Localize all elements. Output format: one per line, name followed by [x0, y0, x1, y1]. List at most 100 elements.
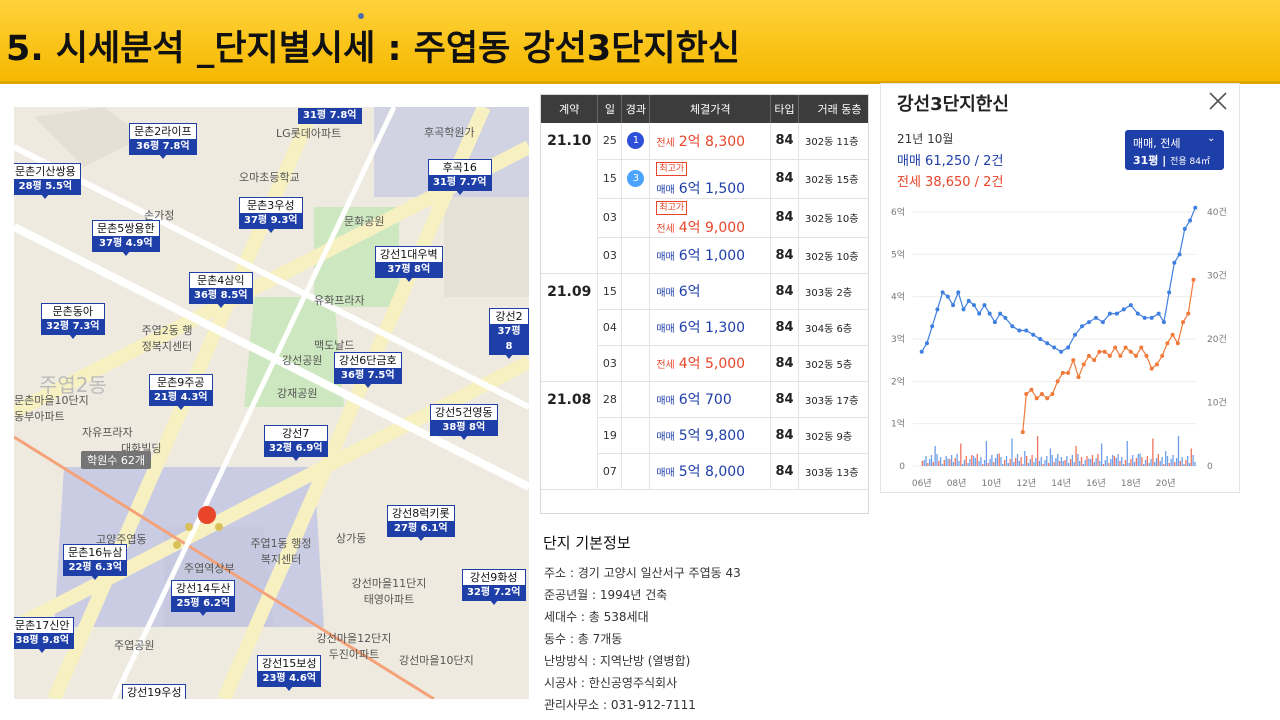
volume-bar [1077, 454, 1079, 466]
deal-price: 4억 9,000 [678, 219, 746, 236]
apt-price-pin[interactable]: 강선14두산 25평 6.2억 [171, 580, 236, 616]
area-label: 주엽1동 행정복지센터 [250, 537, 312, 566]
apt-price-pin[interactable]: 강선7 32평 6.9억 [264, 425, 328, 461]
cell-size: 84 [770, 123, 800, 160]
apt-price-pin[interactable]: 문촌5쌍용한 37평 4.9억 [92, 220, 160, 256]
volume-bar [1013, 462, 1015, 466]
apt-price-pin[interactable]: 강선2 37평 8 [489, 308, 529, 359]
apt-price-pin[interactable]: 문촌3우성 37평 9.3억 [239, 197, 303, 233]
volume-bar [1115, 458, 1117, 466]
cell-day: 25 [597, 123, 623, 160]
sale-price-point [1045, 341, 1050, 346]
volume-bar [967, 463, 969, 466]
panel-title: 강선3단지한신 [897, 94, 1009, 115]
price-chip[interactable]: 31평 7.8억 [298, 108, 362, 124]
type-size-dropdown[interactable]: 매매, 전세 ⌄ 31평 | 전용 84㎡ [1125, 130, 1224, 170]
deal-price: 6억 1,000 [678, 248, 746, 264]
lease-price-point [1175, 341, 1180, 346]
volume-bar [1155, 458, 1158, 466]
sale-summary: 매매 61,250 / 2건 [897, 154, 1004, 169]
cell-size: 84 [770, 309, 800, 346]
apt-price-pin[interactable]: 강선5건영동 38평 8억 [430, 404, 498, 440]
apt-price-pin[interactable]: 문촌16뉴삼 22평 6.3억 [63, 544, 128, 580]
sale-price-line [921, 207, 1196, 353]
dropdown-option: 매매, 전세 [1133, 137, 1181, 150]
volume-bar [1033, 462, 1035, 466]
apt-price-pin[interactable]: 문촌17신안 38평 9.8억 [14, 617, 75, 653]
apt-price-pin[interactable]: 강선19우성 [122, 684, 187, 699]
apt-price-pin[interactable]: 강선6단금호 36평 7.5억 [334, 352, 402, 388]
apt-price-pin[interactable]: 문촌동아 32평 7.3억 [41, 303, 105, 339]
volume-bar [936, 454, 938, 466]
volume-bar [1124, 460, 1127, 466]
apt-price-pin[interactable]: 강선15보성 23평 4.6억 [257, 655, 322, 691]
volume-bar [963, 460, 966, 466]
table-row[interactable]: 21.10 25 1 전세 2억 8,300 84 302동 11층 [541, 123, 868, 274]
deal-price: 6억 [678, 284, 701, 300]
cell-unit: 303동 13층 [798, 453, 868, 490]
cell-size: 84 [770, 453, 800, 490]
cell-unit: 302동 15층 [798, 159, 868, 199]
apt-label: 문촌마을10단지 동부아파트 [14, 394, 89, 423]
volume-bar [1157, 454, 1160, 466]
area-label: 자유프라자 [82, 426, 133, 439]
y-right-tick-label: 20건 [1207, 334, 1227, 345]
apt-price-pin[interactable]: 문촌2라이프 36평 7.8억 [129, 123, 197, 159]
sale-price-point [919, 349, 924, 354]
volume-bar [941, 464, 944, 466]
apt-price-pin[interactable]: 문촌9주공 21평 4.3억 [149, 374, 213, 410]
volume-bar [1150, 459, 1152, 466]
volume-bar [1132, 455, 1134, 466]
volume-bar [1044, 460, 1046, 466]
sale-price-point [1059, 349, 1064, 354]
apt-label: 강선마을12단지 두진아파트 [316, 632, 392, 661]
volume-bar [1046, 456, 1048, 466]
sale-price-point [945, 294, 950, 299]
close-icon[interactable] [1207, 90, 1229, 112]
apt-price-pin[interactable]: 강선9화성 32평 7.2억 [462, 569, 526, 605]
volume-bar [1080, 457, 1083, 466]
deal-type: 매매 [656, 324, 675, 335]
volume-bar [1111, 455, 1114, 466]
volume-bar [932, 462, 934, 466]
volume-bar [1084, 460, 1086, 466]
volume-bar [1113, 456, 1116, 466]
apt-price-pin[interactable]: 문촌4삼익 36평 8.5억 [189, 272, 253, 308]
y-tick-label: 3억 [891, 333, 905, 345]
x-tick-label: 06년 [912, 478, 932, 489]
col-header-day: 일 [597, 95, 623, 123]
apt-price-pin[interactable]: 문촌기산쌍용 28평 5.5억 [14, 163, 81, 199]
y-tick-label: 6억 [891, 206, 905, 218]
lease-price-point [1191, 277, 1196, 282]
count-badge[interactable]: 1 [627, 132, 645, 150]
volume-bar [1100, 443, 1103, 466]
cell-count: 3 [621, 159, 651, 199]
price-history-panel: 강선3단지한신 21년 10월 매매 61,250 / 2건 전세 38,650… [880, 83, 1240, 493]
cell-month: 21.10 [541, 123, 599, 274]
sale-price-point [1100, 320, 1105, 325]
apt-price-pin[interactable]: 강선1대우벽 37평 8억 [375, 246, 443, 282]
volume-bar [1135, 458, 1138, 466]
col-header-unit: 거래 동층 [798, 95, 868, 123]
deal-price: 5억 8,000 [678, 464, 746, 480]
count-badge[interactable]: 3 [627, 170, 645, 187]
academy-count-badge[interactable]: 학원수 62개 [81, 451, 151, 469]
x-tick-label: 08년 [947, 478, 967, 489]
volume-bar [1025, 456, 1028, 466]
info-households: 세대수 : 총 538세대 [544, 610, 649, 624]
table-row[interactable]: 21.09 15 매매 6억 84 303동 2층 [541, 273, 868, 382]
volume-bar [929, 459, 931, 466]
sale-price-point [1114, 311, 1119, 316]
cell-unit: 302동 5층 [798, 345, 868, 382]
area-label: 오마초등학교 [239, 171, 300, 184]
apt-price-pin[interactable]: 후곡16 31평 7.7억 [428, 159, 492, 195]
deal-type: 매매 [656, 468, 675, 479]
apt-price-pin[interactable]: 강선8럭키롯 27평 6.1억 [387, 505, 455, 541]
volume-bar [1097, 454, 1099, 466]
sale-price-point [1128, 303, 1133, 308]
table-row[interactable]: 21.08 28 매매 6억 700 84 303동 17층 [541, 381, 868, 490]
deal-price: 4억 5,000 [678, 356, 746, 372]
sale-price-point [966, 298, 971, 303]
area-label: 문화공원 [344, 215, 385, 228]
map-view[interactable]: 주엽2동 문화공원 강선공원 후곡학원가 맥도날드 유화프라자 대화빌딩 자유프… [14, 107, 529, 699]
